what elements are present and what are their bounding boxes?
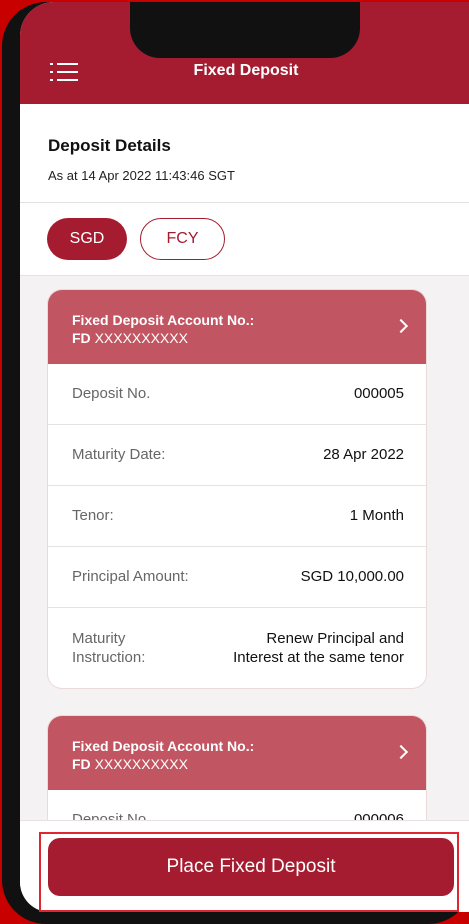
section-title: Deposit Details (48, 136, 171, 155)
page-title: Fixed Deposit (193, 62, 299, 79)
deposit-details-header: Deposit Details As at 14 Apr 2022 11:43:… (20, 104, 469, 203)
account-digits: XXXXXXXXXX (94, 330, 188, 346)
account-digits: XXXXXXXXXX (94, 756, 188, 772)
row-label: Maturity Instruction: (72, 629, 182, 667)
principal-amount-row: Principal Amount: SGD 10,000.00 (48, 547, 426, 608)
deposit-card: Fixed Deposit Account No.: FD XXXXXXXXXX… (48, 290, 426, 688)
deposit-card-header[interactable]: Fixed Deposit Account No.: FD XXXXXXXXXX (48, 716, 426, 790)
account-number: FD XXXXXXXXXX (72, 330, 188, 346)
account-prefix: FD (72, 756, 91, 772)
row-value: Renew Principal and Interest at the same… (233, 629, 404, 667)
row-value: 28 Apr 2022 (323, 446, 404, 463)
as-at-timestamp: As at 14 Apr 2022 11:43:46 SGT (48, 168, 235, 183)
deposit-list[interactable]: Fixed Deposit Account No.: FD XXXXXXXXXX… (20, 276, 469, 821)
device-notch (130, 2, 360, 58)
account-prefix: FD (72, 330, 91, 346)
deposit-no-row: Deposit No. 000005 (48, 364, 426, 425)
tenor-row: Tenor: 1 Month (48, 486, 426, 547)
tab-fcy[interactable]: FCY (140, 218, 225, 260)
deposit-no-row: Deposit No. 000006 (48, 790, 426, 821)
app-screen: Fixed Deposit Deposit Details As at 14 A… (20, 2, 469, 912)
row-label-line: Maturity (72, 630, 126, 647)
row-label-line: Instruction: (72, 649, 146, 666)
row-label: Deposit No. (72, 385, 151, 402)
place-fixed-deposit-button[interactable]: Place Fixed Deposit (48, 838, 454, 896)
row-label: Principal Amount: (72, 568, 189, 585)
row-value-line: Renew Principal and (266, 630, 404, 647)
currency-tabs: SGD FCY (20, 203, 469, 276)
bottom-action-bar: Place Fixed Deposit (20, 820, 469, 912)
account-number: FD XXXXXXXXXX (72, 756, 188, 772)
account-label: Fixed Deposit Account No.: (72, 738, 255, 754)
row-label: Maturity Date: (72, 446, 166, 463)
maturity-date-row: Maturity Date: 28 Apr 2022 (48, 425, 426, 486)
deposit-card: Fixed Deposit Account No.: FD XXXXXXXXXX… (48, 716, 426, 821)
row-value: 000005 (353, 385, 404, 402)
row-value-line: Interest at the same tenor (233, 649, 404, 666)
maturity-instruction-row: Maturity Instruction: Renew Principal an… (48, 608, 426, 688)
row-label: Tenor: (72, 507, 114, 524)
deposit-card-header[interactable]: Fixed Deposit Account No.: FD XXXXXXXXXX (48, 290, 426, 364)
row-value: SGD 10,000.00 (300, 568, 404, 585)
account-label: Fixed Deposit Account No.: (72, 312, 255, 328)
chevron-right-icon[interactable] (393, 318, 409, 334)
phone-frame: Fixed Deposit Deposit Details As at 14 A… (2, 2, 469, 924)
chevron-right-icon[interactable] (393, 744, 409, 760)
tab-sgd[interactable]: SGD (47, 218, 127, 260)
row-value: 1 Month (349, 507, 404, 524)
